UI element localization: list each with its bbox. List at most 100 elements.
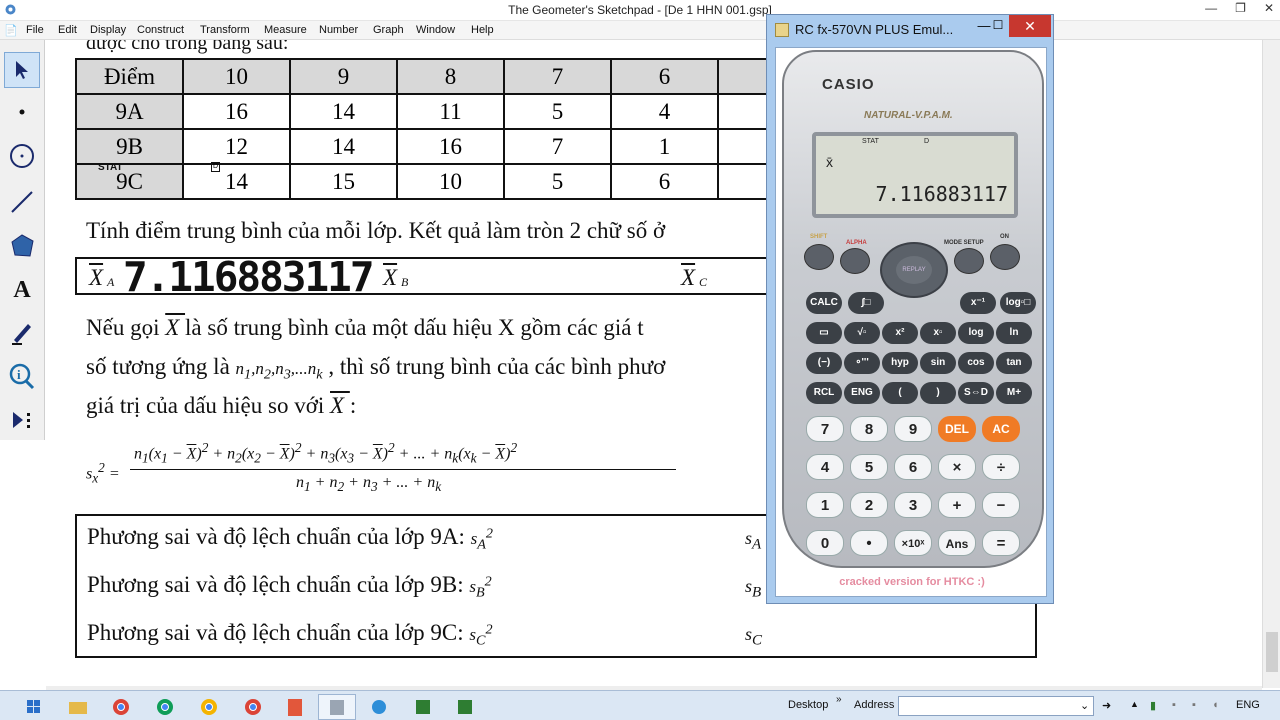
close-icon[interactable]: ✕ xyxy=(1264,1,1274,15)
marker-tool[interactable] xyxy=(4,314,40,350)
menu-bar: 📄 File Edit Display Construct Transform … xyxy=(0,21,1280,40)
degree-key[interactable]: ∘''' xyxy=(844,352,880,374)
cos-key[interactable]: cos xyxy=(958,352,994,374)
sqrt-key[interactable]: √▫ xyxy=(844,322,880,344)
taskbar-excel[interactable] xyxy=(404,694,442,720)
taskbar-excel-2[interactable] xyxy=(446,694,484,720)
on-key[interactable] xyxy=(990,244,1020,270)
equals-key[interactable]: = xyxy=(982,530,1020,556)
fraction-key[interactable]: ▭ xyxy=(806,322,842,344)
go-arrow-icon[interactable]: ➜ xyxy=(1102,699,1111,712)
compass-tool[interactable] xyxy=(4,138,40,174)
menu-edit[interactable]: Edit xyxy=(58,24,77,36)
arrow-tool[interactable] xyxy=(4,52,40,88)
tray-icon[interactable]: ▪ xyxy=(1192,699,1196,711)
decimal-key[interactable]: • xyxy=(850,530,888,556)
maximize-icon[interactable]: ☐ xyxy=(985,18,1011,36)
chevron-right-icon[interactable]: » xyxy=(836,694,842,705)
taskbar-explorer[interactable] xyxy=(58,694,96,720)
alpha-key[interactable] xyxy=(840,248,870,274)
menu-transform[interactable]: Transform xyxy=(200,24,250,36)
mode-key[interactable] xyxy=(954,248,984,274)
plus-key[interactable]: + xyxy=(938,492,976,518)
hyp-key[interactable]: hyp xyxy=(882,352,918,374)
vertical-scrollbar[interactable] xyxy=(1262,40,1280,688)
exp10-key[interactable]: ×10ˣ xyxy=(894,530,932,556)
start-button[interactable] xyxy=(14,694,52,720)
key-6[interactable]: 6 xyxy=(894,454,932,480)
menu-window[interactable]: Window xyxy=(416,24,455,36)
windows-logo-icon xyxy=(27,700,40,713)
custom-tool[interactable] xyxy=(4,402,40,438)
menu-graph[interactable]: Graph xyxy=(373,24,404,36)
multiply-key[interactable]: × xyxy=(938,454,976,480)
network-icon[interactable]: ▮ xyxy=(1150,699,1156,712)
key-0[interactable]: 0 xyxy=(806,530,844,556)
taskbar-chrome-1[interactable] xyxy=(102,694,140,720)
ans-key[interactable]: Ans xyxy=(938,530,976,556)
menu-measure[interactable]: Measure xyxy=(264,24,307,36)
text-tool[interactable]: A xyxy=(4,272,40,308)
key-4[interactable]: 4 xyxy=(806,454,844,480)
tray-expand-icon[interactable]: ▲ xyxy=(1130,699,1139,709)
close-paren-key[interactable]: ) xyxy=(920,382,956,404)
sin-key[interactable]: sin xyxy=(920,352,956,374)
menu-help[interactable]: Help xyxy=(471,24,494,36)
menu-construct[interactable]: Construct xyxy=(137,24,184,36)
key-1[interactable]: 1 xyxy=(806,492,844,518)
scroll-thumb[interactable] xyxy=(1266,632,1278,672)
address-input[interactable] xyxy=(898,696,1094,716)
eng-key[interactable]: ENG xyxy=(844,382,880,404)
system-menu-icon[interactable]: 📄 xyxy=(4,24,18,37)
integral-key[interactable]: ∫□ xyxy=(848,292,884,314)
taskbar-sketchpad[interactable] xyxy=(318,694,356,720)
inverse-key[interactable]: x⁻¹ xyxy=(960,292,996,314)
minimize-icon[interactable]: — xyxy=(1205,1,1217,15)
log-base-key[interactable]: log▫□ xyxy=(1000,292,1036,314)
power-key[interactable]: x▫ xyxy=(920,322,956,344)
menu-file[interactable]: File xyxy=(26,24,44,36)
desktop-toolbar-label[interactable]: Desktop xyxy=(788,699,828,711)
key-3[interactable]: 3 xyxy=(894,492,932,518)
taskbar-chrome-2[interactable] xyxy=(146,694,184,720)
log-key[interactable]: log xyxy=(958,322,994,344)
calc-key[interactable]: CALC xyxy=(806,292,842,314)
taskbar-ie[interactable] xyxy=(360,694,398,720)
divide-key[interactable]: ÷ xyxy=(982,454,1020,480)
volume-icon[interactable]: ◖ xyxy=(1212,699,1219,711)
language-indicator[interactable]: ENG xyxy=(1236,699,1260,711)
sketch-canvas[interactable]: được cho trong bảng sau: Điểm 10 9 8 7 6… xyxy=(46,40,1262,688)
minus-key[interactable]: − xyxy=(982,492,1020,518)
information-tool[interactable]: i xyxy=(4,358,40,394)
close-icon[interactable]: ✕ xyxy=(1009,15,1051,37)
replay-pad[interactable]: REPLAY xyxy=(880,242,948,298)
key-8[interactable]: 8 xyxy=(850,416,888,442)
chrome-icon xyxy=(157,699,173,715)
menu-number[interactable]: Number xyxy=(319,24,358,36)
key-9[interactable]: 9 xyxy=(894,416,932,442)
point-tool[interactable] xyxy=(4,94,40,130)
square-key[interactable]: x² xyxy=(882,322,918,344)
taskbar-chrome-3[interactable] xyxy=(190,694,228,720)
rcl-key[interactable]: RCL xyxy=(806,382,842,404)
ln-key[interactable]: ln xyxy=(996,322,1032,344)
taskbar-pdf[interactable] xyxy=(276,694,314,720)
m-plus-key[interactable]: M+ xyxy=(996,382,1032,404)
polygon-tool[interactable] xyxy=(4,228,40,264)
key-2[interactable]: 2 xyxy=(850,492,888,518)
open-paren-key[interactable]: ( xyxy=(882,382,918,404)
key-7[interactable]: 7 xyxy=(806,416,844,442)
del-key[interactable]: DEL xyxy=(938,416,976,442)
chevron-down-icon[interactable]: ⌄ xyxy=(1080,699,1089,712)
straightedge-tool[interactable] xyxy=(4,184,40,220)
tray-icon[interactable]: ▪ xyxy=(1172,699,1176,711)
ac-key[interactable]: AC xyxy=(982,416,1020,442)
shift-key[interactable] xyxy=(804,244,834,270)
negative-key[interactable]: (−) xyxy=(806,352,842,374)
tan-key[interactable]: tan xyxy=(996,352,1032,374)
s-to-d-key[interactable]: S⇔D xyxy=(958,382,994,404)
key-5[interactable]: 5 xyxy=(850,454,888,480)
restore-icon[interactable]: ❐ xyxy=(1235,1,1246,15)
menu-display[interactable]: Display xyxy=(90,24,126,36)
taskbar-chrome-4[interactable] xyxy=(234,694,272,720)
